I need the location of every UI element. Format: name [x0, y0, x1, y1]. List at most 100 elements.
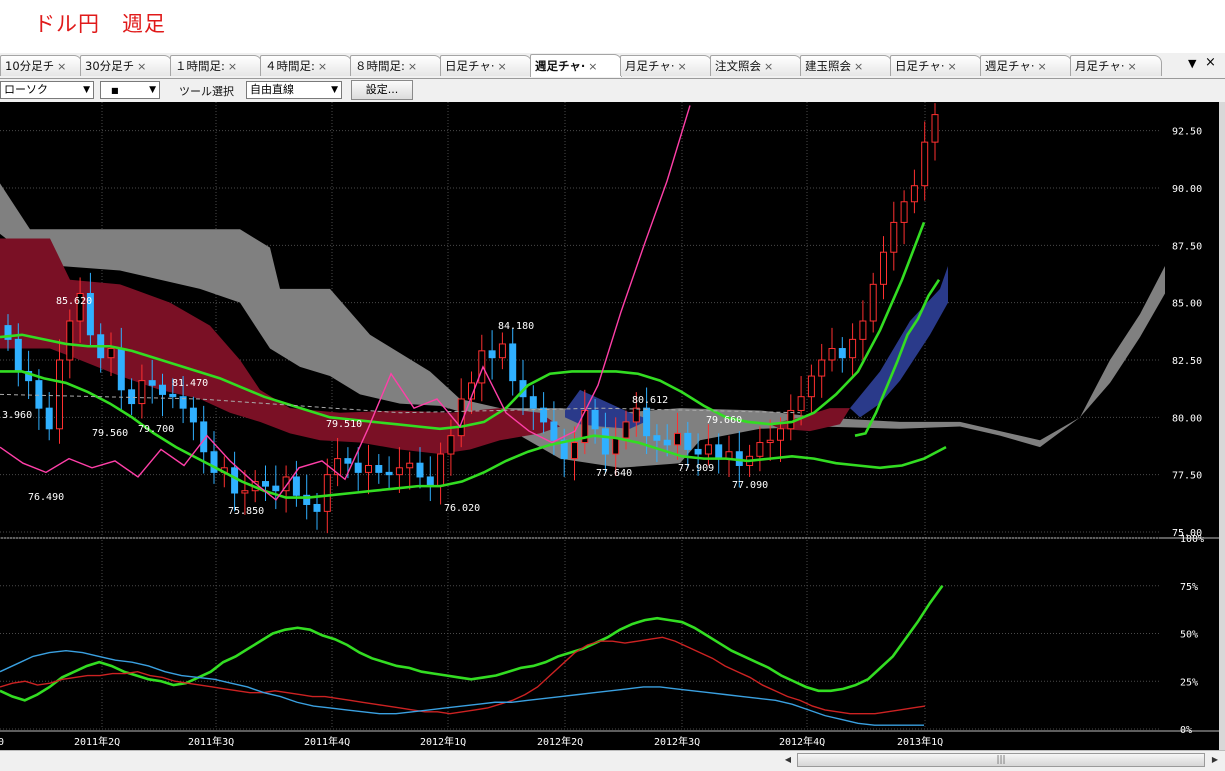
scroll-track[interactable] — [0, 753, 795, 767]
candle — [35, 380, 43, 409]
close-icon[interactable]: × — [588, 60, 597, 73]
close-icon[interactable]: × — [228, 60, 237, 73]
tab-label: 週足チャ· — [985, 59, 1035, 73]
candle — [550, 421, 558, 441]
close-icon[interactable]: × — [1038, 60, 1047, 73]
candle — [828, 348, 836, 361]
x-tick-label: 2012年2Q — [537, 735, 583, 748]
candle — [910, 185, 918, 203]
y-tick-label: 92.50 — [1172, 127, 1202, 138]
y-tick-label: 82.50 — [1172, 356, 1202, 367]
tab-10[interactable]: 建玉照会 × — [800, 55, 892, 76]
y-tick-label: 87.50 — [1172, 241, 1202, 252]
close-icon[interactable]: × — [57, 60, 66, 73]
candle — [529, 396, 537, 409]
tool-select[interactable]: 自由直線 ▼ — [246, 81, 342, 99]
price-annotation: 76.490 — [28, 492, 64, 503]
candle — [777, 428, 784, 441]
page-title: ドル円 週足 — [34, 12, 166, 36]
tab-label: 月足チャ· — [1075, 59, 1125, 73]
y-axis-labels: 92.5090.0087.5085.0082.5080.0077.5075.00… — [1172, 127, 1204, 736]
candle — [323, 474, 331, 512]
candle — [663, 439, 671, 446]
price-annotation: 84.180 — [498, 321, 534, 332]
scroll-thumb[interactable]: ||| — [797, 753, 1205, 767]
close-icon[interactable]: × — [764, 60, 773, 73]
chevron-down-icon: ▼ — [83, 85, 90, 95]
candle — [138, 380, 146, 405]
price-annotation: 79.660 — [706, 415, 742, 426]
settings-button[interactable]: 設定... — [351, 80, 413, 100]
candle — [849, 338, 857, 359]
x-tick-label: 2012年3Q — [654, 735, 700, 748]
price-annotation: 80.612 — [632, 395, 668, 406]
tab-7[interactable]: 週足チャ· × — [530, 54, 622, 77]
candle — [756, 442, 764, 457]
candle — [395, 467, 403, 476]
candle — [591, 409, 599, 430]
y-tick-label: 0% — [1180, 725, 1192, 736]
close-icon[interactable]: × — [498, 60, 507, 73]
y-tick-label: 90.00 — [1172, 184, 1202, 195]
candle — [632, 407, 640, 423]
tab-4[interactable]: ４時間足: × — [260, 55, 352, 76]
scroll-left-arrow-icon[interactable]: ◀ — [780, 753, 796, 767]
price-annotation: 76.020 — [444, 503, 480, 514]
close-icon[interactable]: × — [408, 60, 417, 73]
candle — [612, 437, 620, 455]
y-tick-label: 50% — [1180, 630, 1198, 641]
close-icon[interactable]: × — [948, 60, 957, 73]
candle — [766, 439, 774, 444]
tab-3[interactable]: １時間足: × — [170, 55, 262, 76]
oscillator-line-1 — [0, 584, 944, 702]
x-tick-label: 2013年1Q — [897, 735, 943, 748]
scroll-right-arrow-icon[interactable]: ▶ — [1207, 753, 1223, 767]
vertical-scrollbar[interactable] — [1219, 102, 1225, 750]
ichimoku-chart[interactable]: 3.960 85.620 81.470 79.560 79.700 76.490 75.85… — [0, 102, 1219, 750]
tab-2[interactable]: 30分足チ × — [80, 55, 172, 76]
candle — [406, 462, 414, 469]
close-icon[interactable]: × — [137, 60, 146, 73]
candle — [447, 435, 455, 455]
close-icon[interactable]: × — [678, 60, 687, 73]
candle — [45, 407, 53, 430]
candle — [354, 462, 362, 473]
chart-area[interactable]: 3.960 85.620 81.470 79.560 79.700 76.490 75.85… — [0, 102, 1219, 750]
tab-1[interactable]: 10分足チ × — [0, 55, 82, 76]
chart-type-value: ローソク — [4, 83, 48, 96]
tab-12[interactable]: 週足チャ· × — [980, 55, 1072, 76]
close-icon[interactable]: × — [854, 60, 863, 73]
tab-close-all-button[interactable]: × — [1205, 55, 1216, 70]
price-annotation: 79.560 — [92, 428, 128, 439]
tab-6[interactable]: 日足チャ· × — [440, 55, 532, 76]
candle — [684, 432, 692, 450]
candle — [797, 396, 805, 411]
tab-13[interactable]: 月足チャ· × — [1070, 55, 1162, 76]
tool-select-label: ツール選択 — [179, 85, 234, 98]
tab-menu-button[interactable]: ▼ — [1188, 57, 1196, 70]
y-tick-label: 25% — [1180, 677, 1198, 688]
oscillator-line-3 — [0, 649, 924, 726]
candle — [880, 251, 887, 285]
style-select[interactable]: ■ ▼ — [100, 81, 160, 99]
horizontal-scrollbar[interactable]: ◀ ||| ▶ — [0, 750, 1225, 771]
price-annotation: 77.640 — [596, 468, 632, 479]
tab-5[interactable]: ８時間足: × — [350, 55, 442, 76]
price-annotation: 77.909 — [678, 463, 714, 474]
candle — [426, 476, 434, 487]
candle — [416, 462, 424, 478]
x-tick-label: 2011年2Q — [74, 735, 120, 748]
tab-bar: ▼ × 10分足チ × 30分足チ × １時間足: × ４時間足: × ８時間足: × 日足チャ· ×… — [0, 53, 1225, 79]
candle — [601, 428, 609, 455]
close-icon[interactable]: × — [318, 60, 327, 73]
tab-11[interactable]: 日足チャ· × — [890, 55, 982, 76]
chart-type-select[interactable]: ローソク ▼ — [0, 81, 94, 99]
candle — [128, 389, 136, 405]
close-icon[interactable]: × — [1128, 60, 1137, 73]
candle — [231, 467, 239, 494]
x-tick-label: 2012年4Q — [779, 735, 825, 748]
tab-8[interactable]: 月足チャ· × — [620, 55, 712, 76]
tab-9[interactable]: 注文照会 × — [710, 55, 802, 76]
candle — [148, 380, 156, 386]
tab-label: １時間足: — [175, 59, 225, 73]
